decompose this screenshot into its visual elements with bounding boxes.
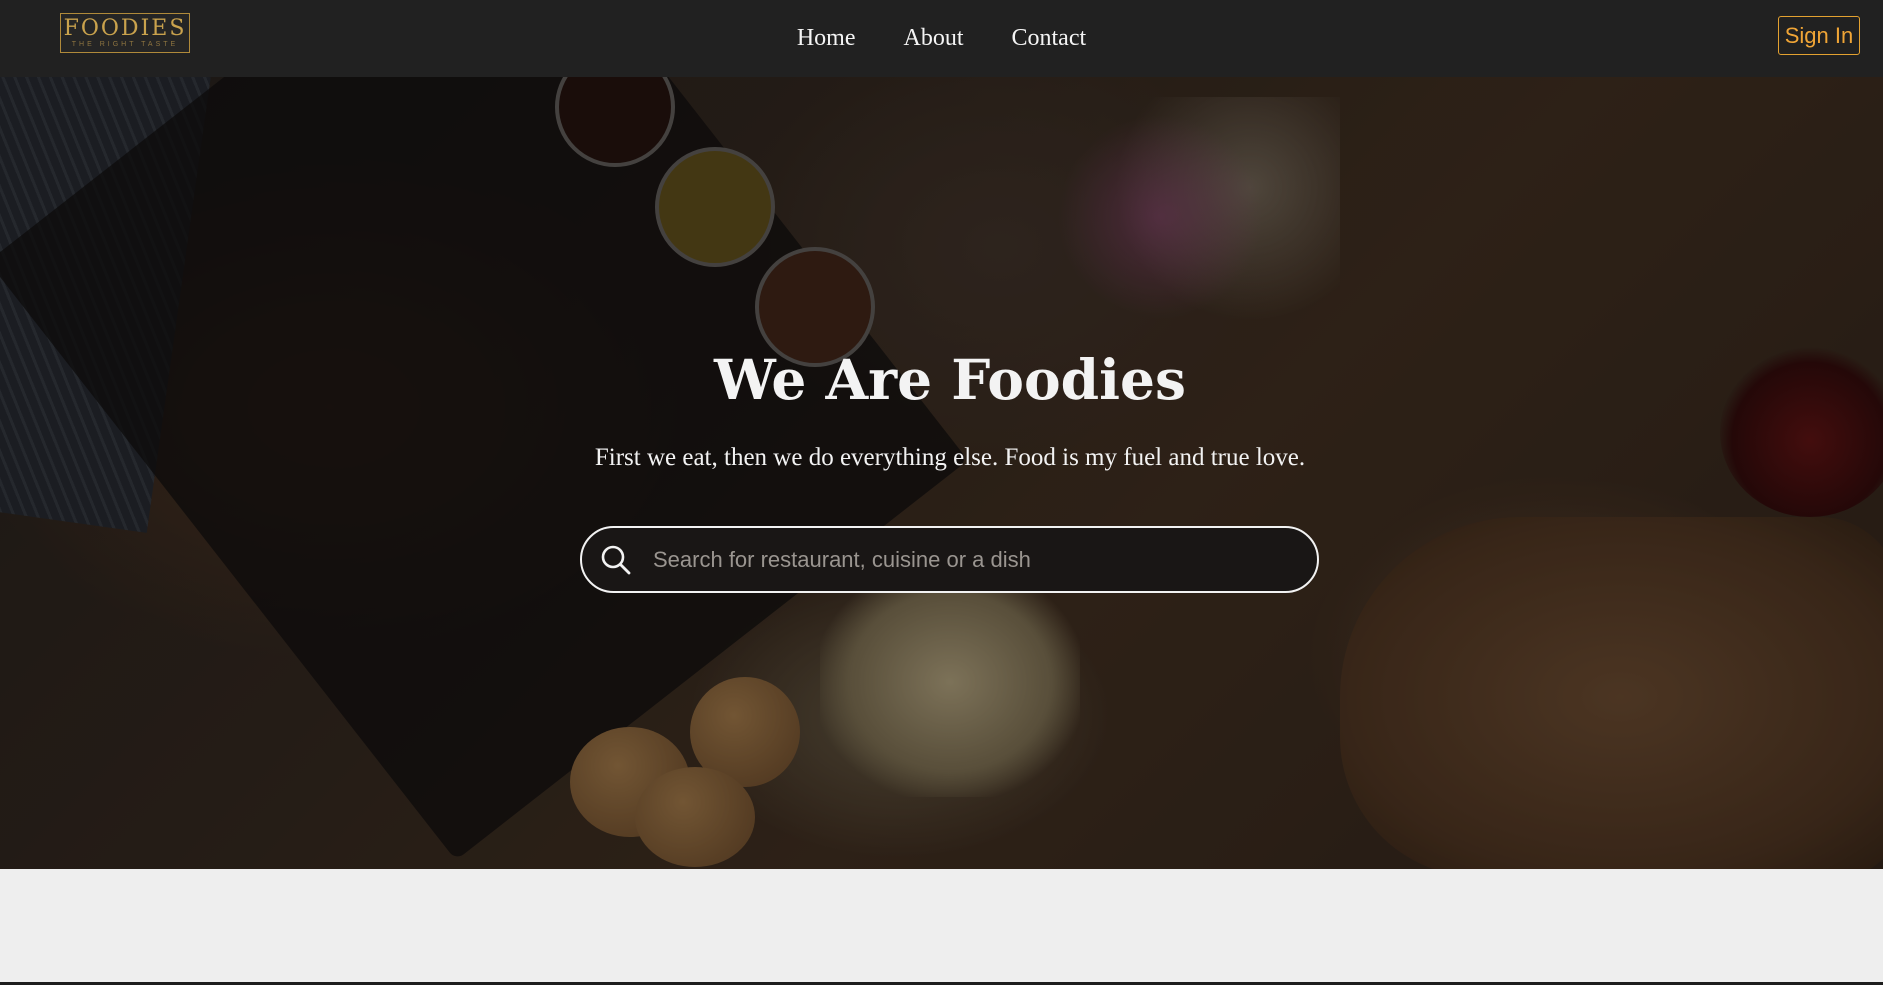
hero-dark-overlay xyxy=(0,77,1883,869)
sign-in-button[interactable]: Sign In xyxy=(1778,16,1860,55)
content-area xyxy=(0,869,1883,985)
navbar: FOODIES THE RIGHT TASTE Home About Conta… xyxy=(0,0,1883,77)
hero-title: We Are Foodies xyxy=(714,347,1186,412)
brand-logo[interactable]: FOODIES THE RIGHT TASTE xyxy=(60,13,190,53)
search-input[interactable] xyxy=(653,528,1317,591)
nav-links: Home About Contact xyxy=(0,0,1883,77)
logo-tagline: THE RIGHT TASTE xyxy=(71,40,179,48)
search-bar[interactable] xyxy=(580,526,1319,593)
hero-section: We Are Foodies First we eat, then we do … xyxy=(0,77,1883,869)
nav-link-about[interactable]: About xyxy=(904,25,964,52)
nav-link-contact[interactable]: Contact xyxy=(1012,25,1087,52)
search-icon[interactable] xyxy=(599,543,633,577)
hero-subtitle: First we eat, then we do everything else… xyxy=(594,444,1306,471)
logo-title: FOODIES xyxy=(63,15,187,41)
nav-link-home[interactable]: Home xyxy=(797,25,856,52)
